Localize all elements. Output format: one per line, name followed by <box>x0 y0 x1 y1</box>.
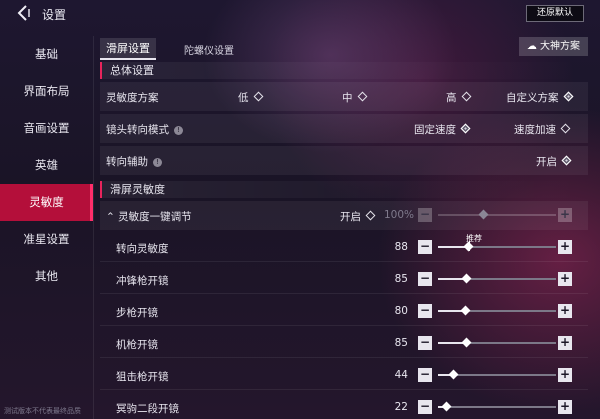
sensitivity-row-label: 冲锋枪开镜 <box>116 275 169 287</box>
plus-button[interactable]: + <box>558 304 572 318</box>
plus-button[interactable]: + <box>558 272 572 286</box>
sensitivity-slider[interactable]: 推荐 <box>438 234 556 252</box>
turn-assist-toggle[interactable]: 开启 <box>536 154 572 169</box>
sensitivity-row-smg: 冲锋枪开镜 85− + <box>100 265 588 294</box>
sidebar-item-other[interactable]: 其他 <box>0 258 93 295</box>
slider-knob[interactable] <box>461 273 472 284</box>
recommend-label: 推荐 <box>466 234 482 243</box>
settings-panel: 滑屏设置 陀螺仪设置 ☁ 大神方案 总体设置 灵敏度方案 低 中 高 自定义方案… <box>100 36 588 419</box>
sensitivity-value: 85 <box>394 337 408 349</box>
build-hint: 测试版本不代表最终品质 <box>4 407 81 415</box>
scheme-option-custom[interactable]: 自定义方案 <box>506 90 573 105</box>
sidebar: 基础 界面布局 音画设置 英雄 灵敏度 准星设置 其他 测试版本不代表最终品质 <box>0 36 94 419</box>
minus-button[interactable]: − <box>418 336 432 350</box>
minus-button[interactable]: − <box>418 272 432 286</box>
top-bar: 设置 还原默认 <box>0 0 600 28</box>
plus-button[interactable]: + <box>558 240 572 254</box>
sensitivity-row-label: 机枪开镜 <box>116 339 158 351</box>
sensitivity-value: 22 <box>394 401 408 413</box>
sidebar-item-layout[interactable]: 界面布局 <box>0 73 93 110</box>
sensitivity-value: 44 <box>394 369 408 381</box>
minus-button[interactable]: − <box>418 400 432 414</box>
radio-diamond-icon <box>253 91 263 102</box>
sensitivity-row-label: 转向灵敏度 <box>116 243 169 255</box>
radio-diamond-selected-icon <box>561 155 572 166</box>
radio-diamond-selected-icon <box>460 123 471 134</box>
one-key-value: 100% <box>384 209 415 221</box>
radio-diamond-icon <box>357 91 367 102</box>
section-swipe: 滑屏灵敏度 <box>100 181 588 198</box>
back-icon[interactable] <box>14 4 32 22</box>
sensitivity-slider[interactable] <box>438 273 556 284</box>
slider-knob[interactable] <box>461 337 472 348</box>
sidebar-item-sensitivity[interactable]: 灵敏度 <box>0 184 93 221</box>
plus-button[interactable]: + <box>558 208 572 222</box>
sensitivity-row-sniper: 狙击枪开镜 44− + <box>100 361 588 390</box>
pro-scheme-label: 大神方案 <box>540 41 580 52</box>
sensitivity-row-rifle: 步枪开镜 80− + <box>100 297 588 326</box>
tab-bar: 滑屏设置 陀螺仪设置 ☁ 大神方案 <box>100 36 588 60</box>
camera-mode-label: 镜头转向模式! <box>106 122 183 137</box>
section-overall: 总体设置 <box>100 62 588 79</box>
sidebar-item-audio-video[interactable]: 音画设置 <box>0 110 93 147</box>
sensitivity-row-label: 冥驹二段开镜 <box>116 403 179 415</box>
minus-button[interactable]: − <box>418 368 432 382</box>
one-key-toggle[interactable]: 开启 <box>340 209 376 224</box>
info-icon[interactable]: ! <box>174 126 183 135</box>
sensitivity-value: 80 <box>394 305 408 317</box>
one-key-row: ⌃ 灵敏度一键调节 开启 100% − + <box>100 201 588 230</box>
turn-assist-row: 转向辅助! 开启 <box>100 146 588 175</box>
scheme-option-mid[interactable]: 中 <box>342 90 367 105</box>
camera-mode-row: 镜头转向模式! 固定速度 速度加速 <box>100 114 588 143</box>
sensitivity-row-second-scope: 冥驹二段开镜 22− + <box>100 393 588 419</box>
slider-knob[interactable] <box>460 305 471 316</box>
radio-diamond-selected-icon <box>563 91 573 102</box>
minus-button[interactable]: − <box>418 304 432 318</box>
plus-button[interactable]: + <box>558 400 572 414</box>
restore-default-button[interactable]: 还原默认 <box>525 5 584 22</box>
cloud-icon: ☁ <box>526 41 537 52</box>
slider-knob[interactable] <box>448 369 459 380</box>
camera-option-fixed[interactable]: 固定速度 <box>414 122 471 137</box>
slider-knob[interactable] <box>478 209 489 220</box>
sensitivity-scheme-row: 灵敏度方案 低 中 高 自定义方案 <box>100 82 588 111</box>
tab-gyro[interactable]: 陀螺仪设置 <box>184 42 234 57</box>
camera-option-accel[interactable]: 速度加速 <box>514 122 571 137</box>
info-icon[interactable]: ! <box>153 158 162 167</box>
sensitivity-slider[interactable] <box>438 305 556 316</box>
page-title: 设置 <box>42 8 67 22</box>
one-key-label: ⌃ 灵敏度一键调节 <box>106 211 192 223</box>
scheme-option-low[interactable]: 低 <box>238 90 263 105</box>
one-key-slider[interactable] <box>438 209 556 220</box>
scheme-option-high[interactable]: 高 <box>446 90 471 105</box>
sensitivity-scheme-label: 灵敏度方案 <box>106 92 159 104</box>
sensitivity-slider[interactable] <box>438 401 556 412</box>
tab-swipe[interactable]: 滑屏设置 <box>100 38 156 60</box>
radio-diamond-icon <box>365 210 376 221</box>
sensitivity-row-turn: 转向灵敏度 88− 推荐 + <box>100 233 588 262</box>
radio-diamond-icon <box>560 123 571 134</box>
sidebar-item-hero[interactable]: 英雄 <box>0 147 93 184</box>
plus-button[interactable]: + <box>558 368 572 382</box>
chevron-up-icon[interactable]: ⌃ <box>106 211 118 223</box>
sensitivity-row-label: 步枪开镜 <box>116 307 158 319</box>
sensitivity-row-mg: 机枪开镜 85− + <box>100 329 588 358</box>
sidebar-item-basic[interactable]: 基础 <box>0 36 93 73</box>
slider-knob[interactable] <box>441 401 452 412</box>
plus-button[interactable]: + <box>558 336 572 350</box>
sensitivity-slider[interactable] <box>438 369 556 380</box>
sensitivity-value: 85 <box>394 273 408 285</box>
sidebar-item-crosshair[interactable]: 准星设置 <box>0 221 93 258</box>
sensitivity-slider[interactable] <box>438 337 556 348</box>
radio-diamond-icon <box>461 91 471 102</box>
sensitivity-value: 88 <box>394 241 408 253</box>
pro-scheme-button[interactable]: ☁ 大神方案 <box>518 37 588 56</box>
minus-button[interactable]: − <box>418 240 432 254</box>
turn-assist-label: 转向辅助! <box>106 154 162 169</box>
sensitivity-row-label: 狙击枪开镜 <box>116 371 169 383</box>
minus-button[interactable]: − <box>418 208 432 222</box>
